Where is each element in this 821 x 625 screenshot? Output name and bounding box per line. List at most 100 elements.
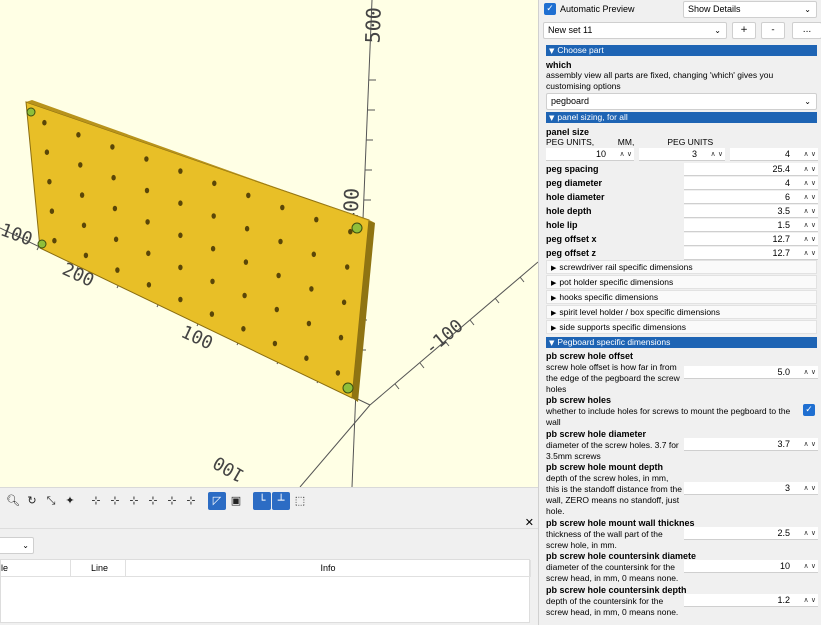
pb-mount-desc-1: depth of the screw holes, in mm, <box>546 473 669 483</box>
spinner-arrows-icon[interactable]: ∧ ∨ <box>804 148 816 161</box>
peg-hole <box>113 236 119 243</box>
peg-hole <box>49 208 55 214</box>
spinner-arrows-icon[interactable]: ∧ ∨ <box>804 205 816 218</box>
3d-viewport[interactable]: 500 400 200 100 -100 100 100 <box>0 0 538 487</box>
perspective-icon[interactable]: ◸ <box>208 491 226 510</box>
hole-lip-input[interactable]: 1.5 ∧ ∨ <box>684 219 818 232</box>
section-pegboard-specific[interactable]: ▼ Pegboard specific dimensions <box>546 337 817 348</box>
peg-spacing-input[interactable]: 25.4 ∧ ∨ <box>684 163 818 176</box>
spinner-arrows-icon[interactable]: ∧ ∨ <box>620 148 632 161</box>
pb-diam-input[interactable]: 3.7 ∧ ∨ <box>684 438 818 451</box>
pb-mount-value: 3 <box>784 483 790 493</box>
subsection-spirit-level[interactable]: ▶ spirit level holder / box specific dime… <box>546 305 817 319</box>
spinner-arrows-icon[interactable]: ∧ ∨ <box>804 594 816 607</box>
diagonal-view-icon[interactable]: ✦ <box>61 492 79 510</box>
pb-offset-input[interactable]: 5.0 ∧ ∨ <box>684 366 818 379</box>
view-bottom-icon[interactable]: ⊹ <box>125 492 143 510</box>
subsection-side-supports[interactable]: ▶ side supports specific dimensions <box>546 320 817 334</box>
reset-view-icon[interactable]: ↻ <box>23 492 41 510</box>
zoom-all-icon[interactable]: 🔍︎ <box>4 492 22 510</box>
section-panel-sizing[interactable]: ▼ panel sizing, for all <box>546 112 817 123</box>
console-titlebar <box>0 513 538 529</box>
peg-hole <box>111 174 116 181</box>
subsection-pot-holder[interactable]: ▶ pot holder specific dimensions <box>546 275 817 289</box>
spinner-arrows-icon[interactable]: ∧ ∨ <box>804 527 816 540</box>
pb-csdp-label: pb screw hole countersink depth <box>546 585 687 595</box>
spinner-arrows-icon[interactable]: ∧ ∨ <box>804 366 816 379</box>
pb-holes-desc-1: whether to include holes for screws to m… <box>546 406 791 416</box>
spinner-arrows-icon[interactable]: ∧ ∨ <box>804 438 816 451</box>
peg-hole <box>341 299 347 306</box>
peg-hole <box>272 340 278 347</box>
pb-screw-holes-checkbox[interactable]: ✓ <box>803 404 815 416</box>
panel-size-z-value: 4 <box>784 149 790 159</box>
which-label: which <box>546 60 572 70</box>
spinner-arrows-icon[interactable]: ∧ ∨ <box>804 233 816 246</box>
preset-select[interactable]: New set 11 ⌄ <box>543 22 727 39</box>
pb-wall-value: 2.5 <box>777 528 790 538</box>
spinner-arrows-icon[interactable]: ∧ ∨ <box>804 163 816 176</box>
column-header-line[interactable]: Line <box>71 560 126 577</box>
panel-size-description: PEG UNITS, MM, PEG UNITS <box>546 137 714 147</box>
peg-offset-z-input[interactable]: 12.7 ∧ ∨ <box>684 247 818 260</box>
pb-wall-input[interactable]: 2.5 ∧ ∨ <box>684 527 818 540</box>
remove-preset-button[interactable]: - <box>761 22 785 39</box>
close-icon[interactable]: ✕ <box>525 516 534 529</box>
filter-select[interactable]: ⌄ <box>0 537 34 554</box>
which-select[interactable]: pegboard ⌄ <box>546 93 817 110</box>
show-axes-icon[interactable]: └ <box>253 491 271 510</box>
panel-size-x-input[interactable]: 10 ∧ ∨ <box>546 148 634 161</box>
spinner-arrows-icon[interactable]: ∧ ∨ <box>804 560 816 573</box>
hole-depth-value: 3.5 <box>777 206 790 216</box>
pb-mount-input[interactable]: 3 ∧ ∨ <box>684 482 818 495</box>
subsection-hooks[interactable]: ▶ hooks specific dimensions <box>546 290 817 304</box>
panel-size-z-input[interactable]: 4 ∧ ∨ <box>730 148 818 161</box>
view-top-icon[interactable]: ⊹ <box>106 492 124 510</box>
spinner-arrows-icon[interactable]: ∧ ∨ <box>804 177 816 190</box>
details-select[interactable]: Show Details ⌄ <box>683 1 817 18</box>
pb-csd-input[interactable]: 10 ∧ ∨ <box>684 560 818 573</box>
axis-label-bottom: 100 <box>210 451 249 485</box>
spinner-arrows-icon[interactable]: ∧ ∨ <box>711 148 723 161</box>
peg-hole <box>78 162 83 168</box>
hole-depth-input[interactable]: 3.5 ∧ ∨ <box>684 205 818 218</box>
pb-offset-desc-1: screw hole offset is how far in from <box>546 362 677 372</box>
more-options-button[interactable]: ... <box>792 22 821 39</box>
hole-diameter-input[interactable]: 6 ∧ ∨ <box>684 191 818 204</box>
pb-offset-desc-2: the edge of the pegboard the screw <box>546 373 680 383</box>
column-header-info[interactable]: Info <box>126 560 531 577</box>
section-choose-part[interactable]: ▼ Choose part <box>546 45 817 56</box>
spinner-arrows-icon[interactable]: ∧ ∨ <box>804 219 816 232</box>
show-edges-icon[interactable]: ⬚ <box>291 492 309 510</box>
peg-hole <box>178 200 183 206</box>
spinner-arrows-icon[interactable]: ∧ ∨ <box>804 191 816 204</box>
peg-hole <box>144 187 150 194</box>
pegboard-front-face <box>25 101 370 399</box>
spinner-arrows-icon[interactable]: ∧ ∨ <box>804 482 816 495</box>
automatic-preview-checkbox[interactable]: ✓ <box>544 3 556 15</box>
peg-hole <box>243 259 249 265</box>
pb-wall-desc-1: thickness of the wall part of the <box>546 529 663 539</box>
peg-diameter-input[interactable]: 4 ∧ ∨ <box>684 177 818 190</box>
section-pegboard-specific-label: Pegboard specific dimensions <box>557 337 671 347</box>
spinner-arrows-icon[interactable]: ∧ ∨ <box>804 247 816 260</box>
view-right-icon[interactable]: ⊹ <box>87 492 105 510</box>
view-front-icon[interactable]: ⊹ <box>163 492 181 510</box>
axis-label-left: 100 <box>0 220 35 251</box>
view-back-icon[interactable]: ⊹ <box>182 492 200 510</box>
view-toolbar: 🔍︎ ↻ ⤡ ✦ ⊹ ⊹ ⊹ ⊹ ⊹ ⊹ ◸ ▣ └ ┴ ⬚ <box>0 487 538 513</box>
view-all-icon[interactable]: ⤡ <box>42 492 60 510</box>
peg-hole <box>338 334 344 341</box>
peg-hole <box>276 272 281 279</box>
view-left-icon[interactable]: ⊹ <box>144 492 162 510</box>
orthogonal-icon[interactable]: ▣ <box>227 492 245 510</box>
peg-hole <box>244 225 250 232</box>
add-preset-button[interactable]: + <box>732 22 756 39</box>
collapse-icon: ▼ <box>549 339 555 347</box>
pb-csdp-input[interactable]: 1.2 ∧ ∨ <box>684 594 818 607</box>
subsection-screwdriver-rail[interactable]: ▶ screwdriver rail specific dimensions <box>546 260 817 274</box>
peg-offset-x-input[interactable]: 12.7 ∧ ∨ <box>684 233 818 246</box>
show-scale-icon[interactable]: ┴ <box>272 491 290 510</box>
panel-size-mm-input[interactable]: 3 ∧ ∨ <box>639 148 725 161</box>
column-header-file[interactable]: le <box>1 560 71 577</box>
